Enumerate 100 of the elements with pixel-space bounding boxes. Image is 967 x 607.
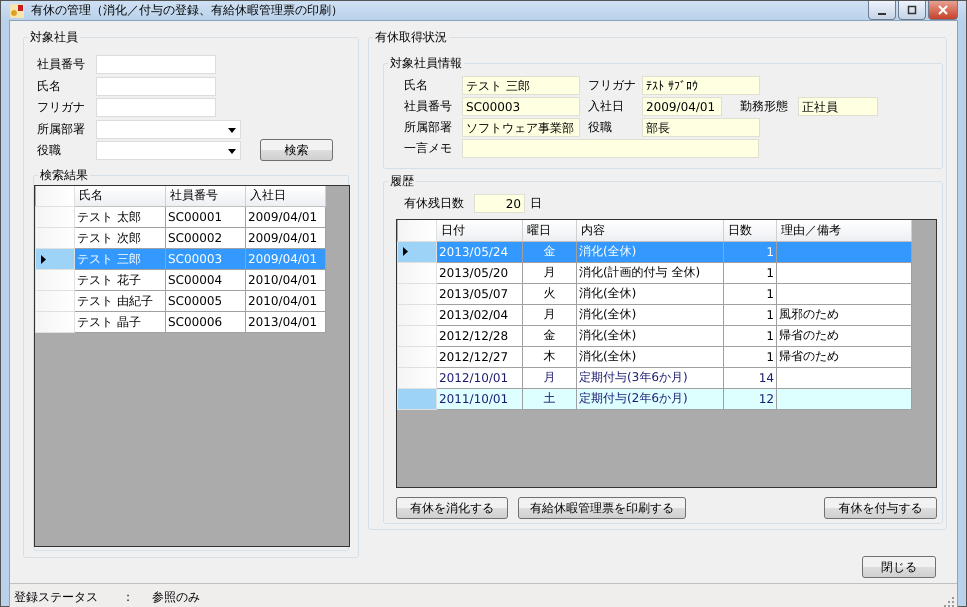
- table-cell: 帰省のため: [776, 325, 912, 346]
- readonly-field: 部長: [642, 118, 760, 137]
- table-cell: 1: [724, 262, 776, 283]
- table-row[interactable]: テスト 次郎 SC00002 2009/04/01: [36, 228, 326, 248]
- minimize-button[interactable]: [868, 1, 896, 20]
- status-label: 登録ステータス: [14, 588, 98, 606]
- close-button[interactable]: [928, 1, 958, 20]
- table-row[interactable]: 2013/05/07 火 消化(全休) 1: [398, 283, 912, 304]
- row-header: [36, 228, 74, 248]
- table-cell: 月: [522, 304, 576, 325]
- search-button[interactable]: 検索: [260, 139, 333, 161]
- table-cell: 消化(全休): [576, 283, 724, 304]
- table-cell: 消化(全休): [576, 241, 724, 262]
- field-label: 氏名: [404, 77, 429, 94]
- table-cell: 1: [724, 241, 776, 262]
- field-label: 有休残日数: [404, 195, 465, 212]
- table-cell: 2010/04/01: [246, 270, 326, 290]
- table-cell: 月: [522, 367, 576, 388]
- table-cell: SC00003: [166, 248, 246, 270]
- table-cell: 2011/10/01: [436, 388, 522, 409]
- field-label: フリガナ: [37, 99, 86, 116]
- table-cell: 消化(全休): [576, 325, 724, 346]
- table-cell: 2013/05/07: [436, 283, 522, 304]
- action-button[interactable]: 有給休暇管理票を印刷する: [518, 497, 686, 519]
- table-cell: 2010/04/01: [246, 290, 326, 312]
- input-field[interactable]: [96, 55, 216, 74]
- row-pointer-icon: [41, 254, 46, 264]
- status-separator: :: [126, 590, 130, 604]
- table-cell: 土: [522, 388, 576, 409]
- table-cell: 定期付与(3年6か月): [576, 367, 724, 388]
- row-pointer-icon: [403, 247, 408, 256]
- table-cell: 2012/12/28: [436, 325, 522, 346]
- table-cell: SC00004: [166, 270, 246, 290]
- table-cell: 1: [724, 346, 776, 367]
- table-cell: 2013/05/24: [436, 241, 522, 262]
- readonly-field: ﾃｽﾄ ｻﾌﾞﾛｳ: [642, 76, 760, 95]
- row-header: [398, 262, 436, 283]
- field-label: 勤務形態: [740, 98, 789, 115]
- table-cell: 12: [724, 388, 776, 409]
- column-header[interactable]: 氏名: [74, 186, 166, 206]
- dropdown[interactable]: [96, 120, 241, 139]
- column-header[interactable]: 社員番号: [166, 186, 246, 206]
- table-row[interactable]: 2011/10/01 土 定期付与(2年6か月) 12: [398, 388, 912, 409]
- table-cell: 消化(全休): [576, 304, 724, 325]
- table-cell: SC00001: [166, 206, 246, 228]
- table-cell: SC00005: [166, 290, 246, 312]
- action-button[interactable]: 有休を付与する: [824, 497, 937, 519]
- table-row[interactable]: 2012/12/27 木 消化(全休) 1 帰省のため: [398, 346, 912, 367]
- table-row[interactable]: 2013/05/20 月 消化(計画的付与 全休) 1: [398, 262, 912, 283]
- minimize-icon: [878, 13, 886, 15]
- table-cell: テスト 三郎: [74, 248, 166, 270]
- table-cell: 1: [724, 283, 776, 304]
- table-cell: 2013/04/01: [246, 312, 326, 332]
- group-title: 対象社員情報: [388, 56, 464, 70]
- table-row[interactable]: テスト 由紀子 SC00005 2010/04/01: [36, 290, 326, 312]
- table-row[interactable]: 2013/02/04 月 消化(全休) 1 風邪のため: [398, 304, 912, 325]
- column-header[interactable]: 理由／備考: [776, 220, 912, 241]
- table-cell: 火: [522, 283, 576, 304]
- input-field[interactable]: [96, 76, 216, 96]
- group-title: 有休取得状況: [373, 30, 449, 44]
- input-field[interactable]: [96, 98, 216, 118]
- column-header[interactable]: 日付: [436, 220, 522, 241]
- group-title: 検索結果: [38, 168, 90, 182]
- maximize-button[interactable]: [898, 1, 926, 20]
- field-label: 一言メモ: [404, 140, 453, 157]
- row-header: [398, 388, 436, 409]
- readonly-field: 正社員: [798, 97, 878, 116]
- table-cell: 金: [522, 325, 576, 346]
- readonly-field: ソフトウェア事業部: [462, 118, 580, 137]
- row-header: [36, 270, 74, 290]
- table-cell: 2013/05/20: [436, 262, 522, 283]
- field-label: 所属部署: [404, 119, 453, 136]
- row-header: [36, 312, 74, 332]
- table-row[interactable]: テスト 太郎 SC00001 2009/04/01: [36, 206, 326, 228]
- column-header[interactable]: 日数: [724, 220, 776, 241]
- action-button[interactable]: 有休を消化する: [396, 497, 508, 519]
- readonly-field: SC00003: [462, 97, 580, 116]
- column-header[interactable]: 内容: [576, 220, 724, 241]
- table-cell: 2012/12/27: [436, 346, 522, 367]
- row-header: [398, 325, 436, 346]
- table-row[interactable]: テスト 晶子 SC00006 2013/04/01: [36, 312, 326, 332]
- table-cell: 1: [724, 304, 776, 325]
- table-cell: 2009/04/01: [246, 228, 326, 248]
- row-header: [36, 290, 74, 312]
- table-cell: 1: [724, 325, 776, 346]
- table-cell: テスト 晶子: [74, 312, 166, 332]
- dropdown[interactable]: [96, 141, 241, 160]
- table-cell: テスト 由紀子: [74, 290, 166, 312]
- field-label: 役職: [37, 142, 62, 160]
- table-cell: SC00002: [166, 228, 246, 248]
- column-header[interactable]: 入社日: [246, 186, 326, 206]
- field-label: フリガナ: [588, 77, 637, 94]
- field-label: 氏名: [37, 78, 62, 95]
- close-dialog-button[interactable]: 閉じる: [862, 556, 936, 578]
- readonly-field: 20: [474, 194, 525, 213]
- table-row[interactable]: 2012/12/28 金 消化(全休) 1 帰省のため: [398, 325, 912, 346]
- table-row[interactable]: テスト 花子 SC00004 2010/04/01: [36, 270, 326, 290]
- row-header: [36, 206, 74, 228]
- column-header[interactable]: 曜日: [522, 220, 576, 241]
- table-row[interactable]: 2012/10/01 月 定期付与(3年6か月) 14: [398, 367, 912, 388]
